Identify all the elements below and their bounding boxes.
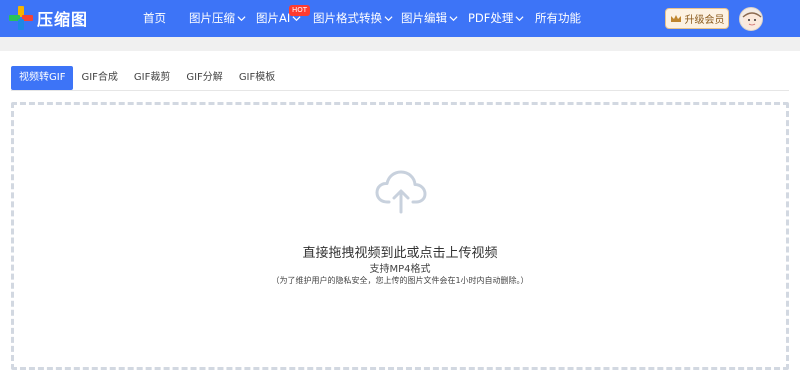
- nav-all-features[interactable]: 所有功能: [535, 0, 581, 37]
- tab-gif-merge[interactable]: GIF合成: [73, 66, 125, 90]
- hot-badge: HOT: [289, 5, 311, 16]
- nav-format-convert-label: 图片格式转换: [313, 11, 382, 25]
- privacy-note: （为了维护用户的隐私安全，您上传的图片文件会在1小时内自动删除。）: [271, 276, 529, 285]
- upload-subtitle: 支持MP4格式: [369, 264, 431, 275]
- nav-pdf-label: PDF处理: [468, 11, 514, 25]
- cloud-upload-icon: [375, 170, 427, 214]
- nav-image-compress-label: 图片压缩: [189, 11, 235, 25]
- tab-gif-crop[interactable]: GIF裁剪: [126, 66, 178, 90]
- vip-label: 升级会员: [684, 15, 725, 26]
- nav-image-edit[interactable]: 图片编辑: [401, 0, 458, 37]
- chevron-down-icon: [237, 16, 246, 22]
- nav-image-edit-label: 图片编辑: [401, 11, 447, 25]
- logo-text: 压缩图: [37, 10, 89, 29]
- tab-gif-split[interactable]: GIF分解: [178, 66, 230, 90]
- nav-pdf[interactable]: PDF处理: [468, 0, 524, 37]
- nav-image-compress[interactable]: 图片压缩: [189, 0, 246, 37]
- site-logo[interactable]: 压缩图: [9, 6, 88, 30]
- chevron-down-icon: [449, 16, 458, 22]
- nav-home-label: 首页: [143, 11, 166, 25]
- nav-home[interactable]: 首页: [143, 0, 166, 37]
- chevron-down-icon: [384, 16, 393, 22]
- upload-title: 直接拖拽视频到此或点击上传视频: [302, 246, 498, 261]
- avatar[interactable]: [739, 7, 763, 31]
- upload-dropzone[interactable]: [11, 102, 789, 370]
- tool-tabs: 视频转GIF GIF合成 GIF裁剪 GIF分解 GIF模板: [11, 66, 283, 90]
- nav-format-convert[interactable]: 图片格式转换: [313, 0, 393, 37]
- nav-all-features-label: 所有功能: [535, 11, 581, 25]
- crown-icon: [670, 14, 681, 22]
- tabs-divider: [11, 90, 789, 91]
- logo-cross-icon: [9, 6, 33, 30]
- avatar-face-icon: [742, 12, 762, 30]
- upgrade-vip-button[interactable]: 升级会员: [665, 8, 729, 29]
- tab-gif-template[interactable]: GIF模板: [231, 66, 283, 90]
- top-nav-bar: 压缩图 首页 图片压缩 图片AI HOT 图片格式转换 图片编辑 PDF处理 所…: [0, 0, 800, 37]
- tab-video-to-gif[interactable]: 视频转GIF: [11, 66, 74, 90]
- chevron-down-icon: [515, 16, 524, 22]
- nav-image-ai-label: 图片AI: [256, 11, 291, 25]
